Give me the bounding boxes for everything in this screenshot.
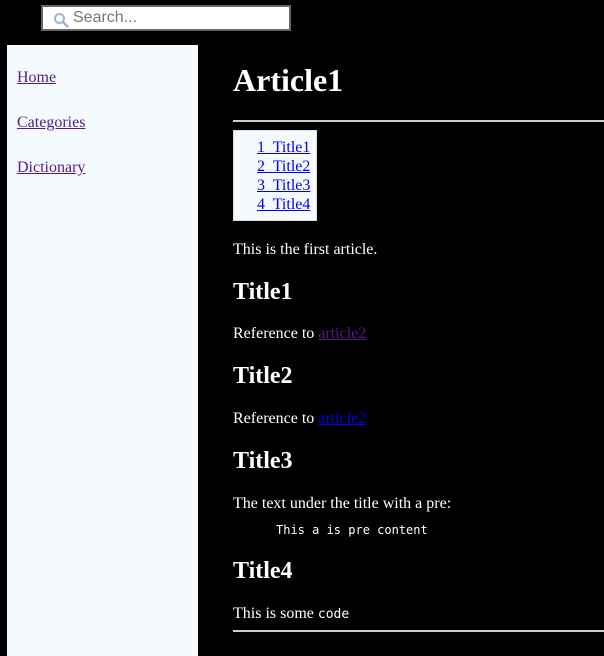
page-title: Article1 (233, 62, 344, 98)
section-text: Reference to article2 (233, 410, 366, 428)
sidebar-item-dictionary[interactable]: Dictionary (17, 159, 85, 177)
search-icon (54, 13, 69, 28)
table-of-contents: 1 Title1 2 Title2 3 Title3 4 Title4 (233, 130, 317, 221)
section-text-label: Reference to (233, 410, 319, 427)
sidebar: Home Categories Dictionary (7, 45, 198, 656)
top-bar (0, 0, 604, 45)
pre-block: This a is pre content (276, 523, 428, 537)
section-heading: Title3 (233, 448, 293, 474)
footer-divider (233, 630, 604, 632)
search-input[interactable] (73, 7, 283, 29)
section-heading: Title4 (233, 558, 293, 584)
article2-link[interactable]: article2 (318, 325, 366, 342)
inline-code: code (317, 607, 350, 622)
section-text: The text under the title with a pre: (233, 495, 452, 512)
section-text-label: Reference to (233, 325, 319, 342)
toc-item-title3[interactable]: 3 Title3 (257, 177, 310, 195)
sidebar-item-home[interactable]: Home (17, 69, 56, 87)
sidebar-item-categories[interactable]: Categories (17, 114, 85, 132)
title-divider (233, 120, 604, 122)
article2-link[interactable]: article2 (318, 410, 366, 427)
section-text-label: This is some (233, 605, 318, 622)
toc-item-title4[interactable]: 4 Title4 (257, 196, 310, 214)
intro-text: This is the first article. (233, 241, 378, 258)
section-text: Reference to article2 (233, 325, 366, 343)
section-text: This is some code (233, 605, 349, 623)
section-heading: Title1 (233, 279, 293, 305)
search-box[interactable] (41, 5, 291, 31)
toc-item-title1[interactable]: 1 Title1 (257, 139, 310, 157)
section-heading: Title2 (233, 363, 293, 389)
toc-item-title2[interactable]: 2 Title2 (257, 158, 310, 176)
